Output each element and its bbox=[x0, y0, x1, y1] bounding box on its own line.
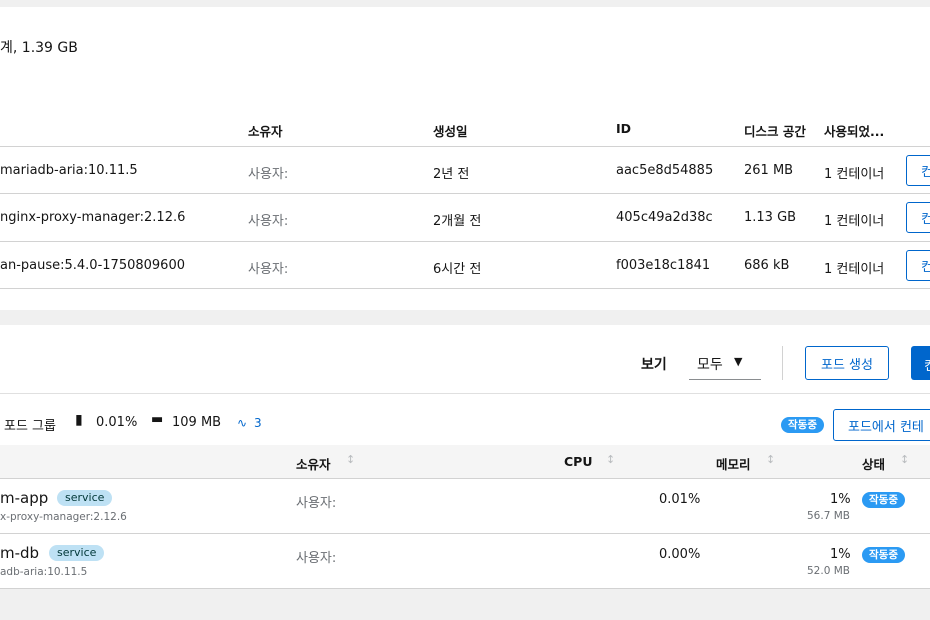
image-name[interactable]: mariadb-aria:10.11.5 bbox=[0, 163, 138, 178]
pods-panel: 보기 모두 ▼ 포드 생성 컨 포드 그룹 ▮ 0.01% ▬ 109 MB ∿… bbox=[0, 325, 930, 589]
container-cpu: 0.00% bbox=[659, 547, 701, 562]
row-divider bbox=[0, 533, 930, 534]
pod-group-memory: 109 MB bbox=[172, 415, 222, 430]
pod-group-activity[interactable]: 3 bbox=[254, 416, 262, 430]
image-created: 6시간 전 bbox=[433, 262, 482, 277]
view-label: 보기 bbox=[641, 357, 667, 373]
image-owner: 사용자: bbox=[248, 262, 289, 277]
cpu-icon: ▮ bbox=[75, 412, 83, 428]
view-select-value: 모두 bbox=[697, 357, 723, 373]
image-name[interactable]: an-pause:5.4.0-1750809600 bbox=[0, 258, 185, 273]
image-disk: 261 MB bbox=[744, 163, 794, 178]
image-owner: 사용자: bbox=[248, 214, 289, 229]
row-divider bbox=[0, 193, 930, 194]
image-id: 405c49a2d38c bbox=[616, 210, 713, 225]
view-select[interactable]: 모두 ▼ bbox=[689, 346, 761, 380]
image-name[interactable]: nginx-proxy-manager:2.12.6 bbox=[0, 210, 185, 225]
column-owner[interactable]: 소유자 bbox=[296, 454, 331, 473]
container-image: x-proxy-manager:2.12.6 bbox=[0, 511, 127, 523]
row-divider bbox=[0, 241, 930, 242]
primary-action-button[interactable]: 컨 bbox=[911, 346, 930, 380]
sort-icon[interactable]: ↕ bbox=[766, 453, 775, 466]
row-divider bbox=[0, 478, 930, 479]
image-disk: 1.13 GB bbox=[744, 210, 797, 225]
pod-group-cpu: 0.01% bbox=[96, 415, 138, 430]
image-used: 1 컨테이너 bbox=[824, 214, 885, 229]
pod-group-label: 포드 그룹 bbox=[4, 419, 56, 434]
container-image: adb-aria:10.11.5 bbox=[0, 566, 88, 578]
container-name[interactable]: m-app bbox=[0, 489, 48, 507]
create-container-button[interactable]: 컨 bbox=[906, 155, 930, 186]
pods-table-header bbox=[0, 445, 930, 478]
status-badge: 작동중 bbox=[862, 547, 905, 563]
column-memory[interactable]: 메모리 bbox=[716, 454, 751, 473]
images-panel: 계, 1.39 GB 소유자 생성일 ID 디스크 공간 사용되었... mar… bbox=[0, 7, 930, 310]
create-pod-button[interactable]: 포드 생성 bbox=[805, 346, 889, 380]
image-created: 2개월 전 bbox=[433, 214, 482, 229]
column-created[interactable]: 생성일 bbox=[433, 121, 468, 140]
container-mem-pct: 1% bbox=[830, 547, 851, 562]
sort-icon[interactable]: ↕ bbox=[606, 453, 615, 466]
image-id: f003e18c1841 bbox=[616, 258, 711, 273]
sort-icon[interactable]: ↕ bbox=[346, 453, 355, 466]
images-summary: 계, 1.39 GB bbox=[0, 40, 78, 56]
image-owner: 사용자: bbox=[248, 167, 289, 182]
row-divider bbox=[0, 288, 930, 289]
container-mem: 56.7 MB bbox=[807, 510, 850, 522]
image-used: 1 컨테이너 bbox=[824, 262, 885, 277]
create-container-button[interactable]: 컨 bbox=[906, 202, 930, 233]
column-status[interactable]: 상태 bbox=[862, 454, 885, 473]
create-container-in-pod-button[interactable]: 포드에서 컨테 bbox=[833, 409, 930, 441]
service-badge: service bbox=[57, 490, 113, 506]
container-owner: 사용자: bbox=[296, 496, 337, 511]
create-container-button[interactable]: 컨 bbox=[906, 250, 930, 281]
status-badge: 작동중 bbox=[781, 417, 824, 433]
container-name[interactable]: m-db bbox=[0, 544, 39, 562]
image-created: 2년 전 bbox=[433, 167, 470, 182]
container-mem-pct: 1% bbox=[830, 492, 851, 507]
service-badge: service bbox=[49, 545, 105, 561]
toolbar-divider bbox=[782, 346, 783, 380]
row-divider bbox=[0, 146, 930, 147]
column-disk[interactable]: 디스크 공간 bbox=[744, 121, 806, 140]
toolbar-divider-line bbox=[0, 393, 930, 394]
column-id[interactable]: ID bbox=[616, 121, 631, 136]
container-mem: 52.0 MB bbox=[807, 565, 850, 577]
image-used: 1 컨테이너 bbox=[824, 167, 885, 182]
status-badge: 작동중 bbox=[862, 492, 905, 508]
caret-down-icon: ▼ bbox=[734, 355, 743, 368]
image-id: aac5e8d54885 bbox=[616, 163, 714, 178]
memory-icon: ▬ bbox=[151, 412, 164, 427]
column-used[interactable]: 사용되었... bbox=[824, 121, 884, 140]
sort-icon[interactable]: ↕ bbox=[900, 453, 909, 466]
column-owner[interactable]: 소유자 bbox=[248, 121, 283, 140]
container-owner: 사용자: bbox=[296, 551, 337, 566]
activity-icon: ∿ bbox=[237, 416, 248, 430]
image-disk: 686 kB bbox=[744, 258, 790, 273]
row-divider bbox=[0, 588, 930, 589]
column-cpu[interactable]: CPU bbox=[564, 454, 593, 469]
container-cpu: 0.01% bbox=[659, 492, 701, 507]
